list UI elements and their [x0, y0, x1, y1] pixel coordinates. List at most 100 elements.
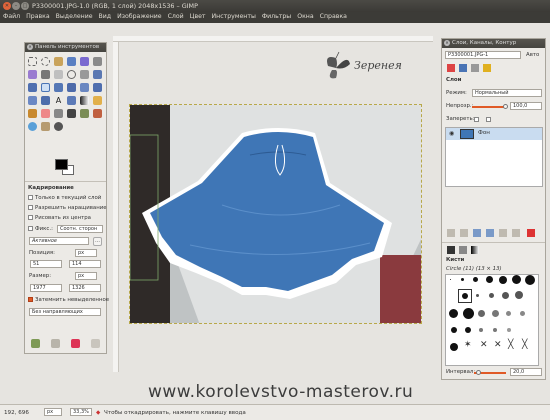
heal-icon[interactable] [93, 109, 102, 118]
position-y-input[interactable]: 114 [69, 260, 101, 268]
brush-cross-1[interactable]: ✕ [480, 341, 488, 350]
brush-fuzzy-1[interactable] [476, 294, 479, 297]
lock-pixels-checkbox[interactable] [474, 117, 479, 122]
image-canvas[interactable] [129, 104, 422, 324]
brushes-tab-icon[interactable] [447, 246, 455, 254]
paintbrush-icon[interactable] [28, 109, 37, 118]
close-icon[interactable]: ✕ [3, 2, 11, 10]
brush-fuzzy-4[interactable] [515, 291, 523, 299]
clone-icon[interactable] [80, 109, 89, 118]
cage-icon[interactable] [41, 96, 50, 105]
brush-circle-9[interactable] [499, 276, 507, 284]
position-unit-select[interactable]: px [75, 249, 97, 257]
checkbox-checked[interactable] [28, 297, 33, 302]
patterns-tab-icon[interactable] [459, 246, 467, 254]
shade-option[interactable]: Затемнить невыделенное [28, 297, 109, 303]
layer-row[interactable]: ◉ Фон [446, 128, 542, 140]
menu-image[interactable]: Изображение [114, 12, 165, 21]
pencil-icon[interactable] [93, 96, 102, 105]
brush-circle-7[interactable] [486, 276, 493, 283]
color-select-icon[interactable] [80, 57, 89, 66]
size-height-input[interactable]: 1326 [69, 284, 101, 292]
checkbox[interactable] [28, 226, 33, 231]
scale-icon[interactable] [67, 83, 76, 92]
menu-help[interactable]: Справка [317, 12, 350, 21]
foreground-select-icon[interactable] [28, 70, 37, 79]
rect-select-icon[interactable] [28, 57, 37, 66]
undo-tab-icon[interactable] [483, 64, 491, 72]
foreground-color[interactable] [55, 159, 68, 170]
checkbox[interactable] [28, 215, 33, 220]
align-icon[interactable] [28, 83, 37, 92]
eye-icon[interactable]: ◉ [449, 131, 454, 137]
brush-cross-4[interactable]: ╳ [522, 341, 527, 350]
ink-icon[interactable] [67, 109, 76, 118]
image-select[interactable]: P3300001.JPG-1 [445, 51, 521, 59]
color-picker-icon[interactable] [54, 70, 63, 79]
channels-tab-icon[interactable] [459, 64, 467, 72]
position-x-input[interactable]: 51 [30, 260, 62, 268]
duplicate-layer-icon[interactable] [499, 229, 507, 237]
size-width-input[interactable]: 1977 [30, 284, 62, 292]
brush-star-1[interactable]: ✶ [464, 341, 472, 350]
menu-file[interactable]: Файл [0, 12, 23, 21]
maximize-icon[interactable]: □ [21, 2, 29, 10]
brush-row4-5[interactable] [507, 328, 511, 332]
lock-alpha-checkbox[interactable] [486, 117, 491, 122]
delete-layer-icon[interactable] [527, 229, 535, 237]
more-icon[interactable]: … [93, 237, 102, 246]
dodge-burn-icon[interactable] [54, 122, 63, 131]
brush-cross-3[interactable]: ╳ [508, 341, 513, 350]
gradients-tab-icon[interactable] [471, 246, 479, 254]
checkbox[interactable] [28, 205, 33, 210]
save-options-icon[interactable] [31, 339, 40, 348]
layers-tab-icon[interactable] [447, 64, 455, 72]
menu-view[interactable]: Вид [96, 12, 115, 21]
opacity-slider-handle[interactable] [503, 104, 508, 109]
new-layer-icon[interactable] [447, 229, 455, 237]
menu-colors[interactable]: Цвет [187, 12, 209, 21]
restore-options-icon[interactable] [51, 339, 60, 348]
mode-select[interactable]: Нормальный [472, 89, 542, 97]
crop-icon[interactable] [41, 83, 50, 92]
text-icon[interactable]: A [54, 96, 63, 105]
brush-circle-3[interactable] [461, 278, 464, 281]
brush-circle-13[interactable] [525, 275, 535, 285]
bucket-fill-icon[interactable] [67, 96, 76, 105]
brush-big-2[interactable] [463, 308, 474, 319]
anchor-layer-icon[interactable] [512, 229, 520, 237]
auto-button[interactable]: Авто [526, 52, 539, 58]
unit-select[interactable]: px [44, 408, 62, 416]
raise-layer-icon[interactable] [473, 229, 481, 237]
allow-growing-option[interactable]: Разрешить наращивание [28, 205, 107, 211]
brush-big-4[interactable] [492, 310, 499, 317]
lower-layer-icon[interactable] [486, 229, 494, 237]
menu-layer[interactable]: Слой [165, 12, 187, 21]
minimize-icon[interactable]: – [12, 2, 20, 10]
guides-select[interactable]: Без направляющих [29, 308, 101, 316]
fixed-option[interactable]: Фикс.: [28, 226, 53, 232]
fixed-mode-select[interactable]: Соотн. сторон [57, 225, 103, 233]
zoom-select[interactable]: 33,3% [70, 408, 92, 416]
zoom-icon[interactable] [67, 70, 76, 79]
menu-select[interactable]: Выделение [53, 12, 96, 21]
menu-tools[interactable]: Инструменты [209, 12, 259, 21]
blend-icon[interactable] [80, 96, 89, 105]
spacing-input[interactable]: 20,0 [510, 368, 542, 376]
delete-options-icon[interactable] [71, 339, 80, 348]
brush-big-5[interactable] [506, 311, 511, 316]
brush-row4-4[interactable] [493, 328, 497, 332]
fuzzy-select-icon[interactable] [67, 57, 76, 66]
close-icon[interactable]: ✕ [27, 44, 33, 50]
ellipse-select-icon[interactable] [41, 57, 50, 66]
airbrush-icon[interactable] [54, 109, 63, 118]
brush-fuzzy-3[interactable] [502, 292, 509, 299]
flip-icon[interactable] [28, 96, 37, 105]
brush-circle-5[interactable] [473, 277, 478, 282]
spacing-slider-handle[interactable] [476, 370, 481, 375]
layer-group-icon[interactable] [460, 229, 468, 237]
measure-icon[interactable] [80, 70, 89, 79]
brush-circle-11-selected[interactable] [462, 293, 468, 299]
rotate-icon[interactable] [54, 83, 63, 92]
opacity-input[interactable]: 100,0 [510, 102, 542, 110]
